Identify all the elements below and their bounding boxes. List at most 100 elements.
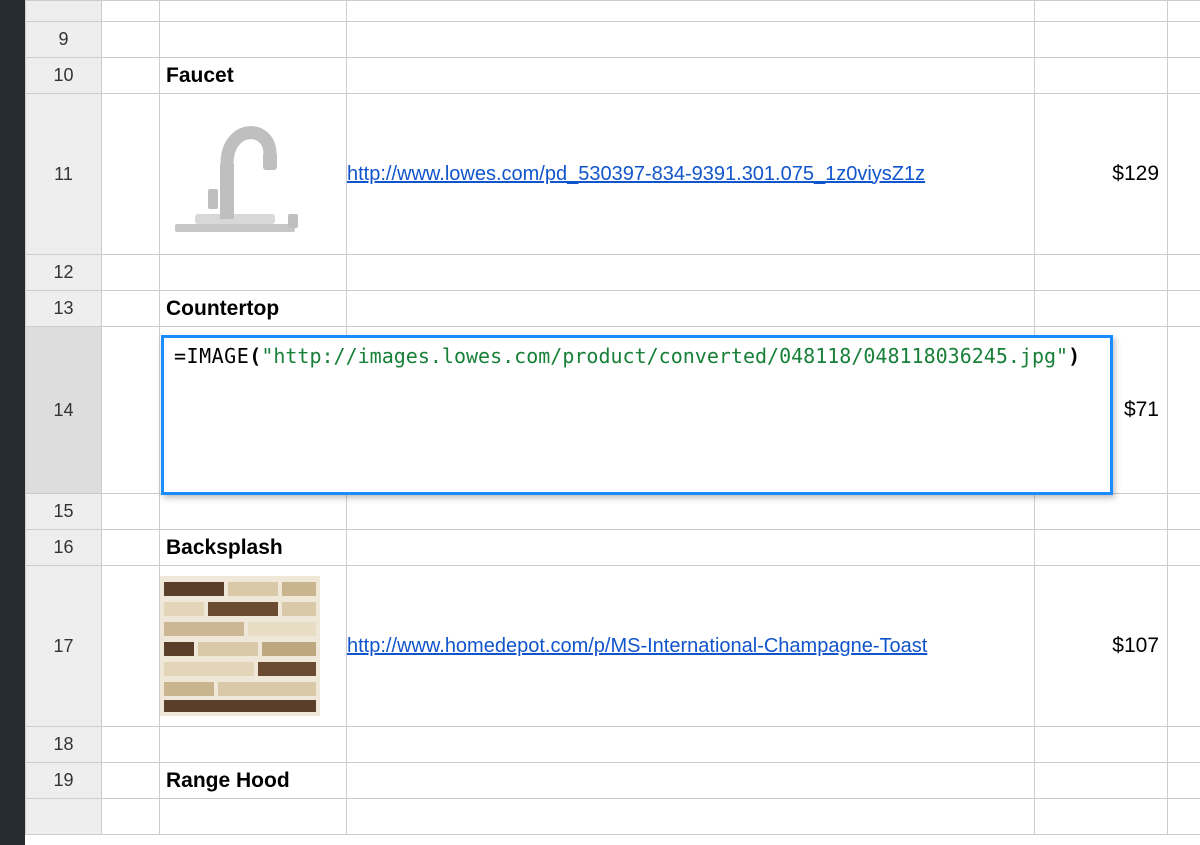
cell-d18[interactable] [1035,727,1168,763]
cell-c17-url[interactable]: http://www.homedepot.com/p/MS-Internatio… [347,566,1035,727]
row-number: 13 [53,298,73,318]
cell[interactable] [347,1,1035,22]
cell-e17[interactable] [1168,566,1200,727]
formula-close-paren: ) [1068,344,1080,368]
spreadsheet-viewport: 9 10 Faucet 11 [0,0,1200,845]
row-header-15[interactable]: 15 [26,494,102,530]
cell-b16[interactable]: Backsplash [160,530,347,566]
row-15: 15 [26,494,1200,530]
cell-b10[interactable]: Faucet [160,58,347,94]
cell[interactable] [102,1,160,22]
cell[interactable] [347,799,1035,835]
cell-a15[interactable] [102,494,160,530]
row-header-16[interactable]: 16 [26,530,102,566]
cell-e16[interactable] [1168,530,1200,566]
cell-d11-price[interactable]: $129 [1035,94,1168,255]
cell-a16[interactable] [102,530,160,566]
cell-e11[interactable] [1168,94,1200,255]
cell-e15[interactable] [1168,494,1200,530]
row-top-partial [26,1,1200,22]
cell[interactable] [1168,1,1200,22]
cell[interactable] [1035,799,1168,835]
row-header-blank[interactable] [26,1,102,22]
cell-d17-price[interactable]: $107 [1035,566,1168,727]
row-header-18[interactable]: 18 [26,727,102,763]
cell-c13[interactable] [347,291,1035,327]
cell-d12[interactable] [1035,255,1168,291]
cell-d15[interactable] [1035,494,1168,530]
row-header-10[interactable]: 10 [26,58,102,94]
formula-equals: = [174,344,187,368]
row-number: 9 [58,29,68,49]
row-header-blank[interactable] [26,799,102,835]
cell-b18[interactable] [160,727,347,763]
row-number: 17 [53,636,73,656]
app-frame-left [0,0,25,845]
row-number: 12 [53,262,73,282]
cell-c19[interactable] [347,763,1035,799]
cell-a19[interactable] [102,763,160,799]
cell-b11-image[interactable] [160,94,347,255]
cell-c16[interactable] [347,530,1035,566]
cell-a13[interactable] [102,291,160,327]
formula-function-name: IMAGE [187,344,250,368]
cell-c10[interactable] [347,58,1035,94]
cell-e10[interactable] [1168,58,1200,94]
cell-b13[interactable]: Countertop [160,291,347,327]
cell-a18[interactable] [102,727,160,763]
row-number: 19 [53,770,73,790]
product-link[interactable]: http://www.homedepot.com/p/MS-Internatio… [347,635,927,657]
cell-c9[interactable] [347,22,1035,58]
row-header-19[interactable]: 19 [26,763,102,799]
cell-c12[interactable] [347,255,1035,291]
row-header-12[interactable]: 12 [26,255,102,291]
cell-d13[interactable] [1035,291,1168,327]
row-header-17[interactable]: 17 [26,566,102,727]
cell[interactable] [160,799,347,835]
cell-b12[interactable] [160,255,347,291]
cell-e14[interactable] [1168,327,1200,494]
category-label: Countertop [160,293,346,325]
cell-a14[interactable] [102,327,160,494]
row-bottom-partial [26,799,1200,835]
cell-b15[interactable] [160,494,347,530]
category-label: Faucet [160,60,346,92]
row-number: 11 [54,164,73,184]
row-10: 10 Faucet [26,58,1200,94]
cell-d16[interactable] [1035,530,1168,566]
cell-a17[interactable] [102,566,160,727]
tile-mosaic-icon [160,576,320,716]
cell-b17-image[interactable] [160,566,347,727]
cell[interactable] [102,799,160,835]
cell-a12[interactable] [102,255,160,291]
row-header-11[interactable]: 11 [26,94,102,255]
formula-string-arg: "http://images.lowes.com/product/convert… [261,344,1068,368]
cell[interactable] [160,1,347,22]
cell-b9[interactable] [160,22,347,58]
row-header-9[interactable]: 9 [26,22,102,58]
product-link[interactable]: http://www.lowes.com/pd_530397-834-9391.… [347,163,925,185]
cell-b19[interactable]: Range Hood [160,763,347,799]
cell-a11[interactable] [102,94,160,255]
cell-d9[interactable] [1035,22,1168,58]
cell[interactable] [1168,799,1200,835]
cell-e19[interactable] [1168,763,1200,799]
cell-a10[interactable] [102,58,160,94]
cell-e13[interactable] [1168,291,1200,327]
cell-a9[interactable] [102,22,160,58]
cell[interactable] [1035,1,1168,22]
cell-e9[interactable] [1168,22,1200,58]
cell-d19[interactable] [1035,763,1168,799]
row-header-13[interactable]: 13 [26,291,102,327]
row-number: 10 [53,65,73,85]
cell-c18[interactable] [347,727,1035,763]
cell-c11-url[interactable]: http://www.lowes.com/pd_530397-834-9391.… [347,94,1035,255]
cell-c15[interactable] [347,494,1035,530]
cell-e18[interactable] [1168,727,1200,763]
cell-formula-editor[interactable]: =IMAGE("http://images.lowes.com/product/… [161,335,1113,495]
row-header-14[interactable]: 14 [26,327,102,494]
row-number: 15 [53,501,73,521]
cell-d10[interactable] [1035,58,1168,94]
cell-e12[interactable] [1168,255,1200,291]
price-value: $107 [1035,634,1167,658]
